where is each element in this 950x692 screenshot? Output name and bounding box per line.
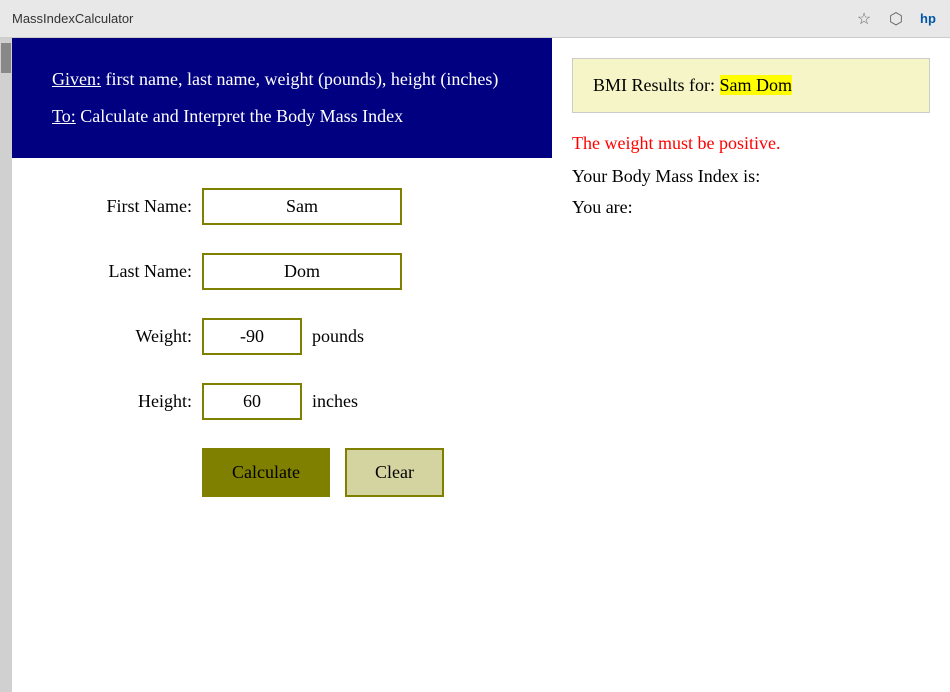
clear-button[interactable]: Clear	[345, 448, 444, 497]
blue-header: Given: first name, last name, weight (po…	[12, 38, 552, 158]
bmi-label: Your Body Mass Index is:	[572, 166, 760, 186]
last-name-label: Last Name:	[82, 261, 192, 282]
last-name-row: Last Name:	[82, 253, 512, 290]
button-row: Calculate Clear	[82, 448, 512, 497]
browser-title: MassIndexCalculator	[12, 11, 846, 26]
first-name-row: First Name:	[82, 188, 512, 225]
height-label: Height:	[82, 391, 192, 412]
last-name-input[interactable]	[202, 253, 402, 290]
weight-input[interactable]	[202, 318, 302, 355]
height-input[interactable]	[202, 383, 302, 420]
first-name-input[interactable]	[202, 188, 402, 225]
bmi-results-box: BMI Results for: Sam Dom	[572, 58, 930, 113]
bookmark-icon[interactable]: ☆	[854, 9, 874, 29]
main-content: Given: first name, last name, weight (po…	[0, 38, 950, 692]
bmi-result-line: Your Body Mass Index is:	[572, 166, 930, 187]
to-text: Calculate and Interpret the Body Mass In…	[76, 106, 403, 126]
bmi-name-highlighted: Sam Dom	[720, 75, 793, 95]
to-line: To: Calculate and Interpret the Body Mas…	[52, 103, 512, 130]
given-text: first name, last name, weight (pounds), …	[101, 69, 498, 89]
scroll-thumb[interactable]	[1, 43, 11, 73]
given-line: Given: first name, last name, weight (po…	[52, 66, 512, 93]
first-name-label: First Name:	[82, 196, 192, 217]
hp-icon: hp	[918, 9, 938, 29]
bmi-results-title-prefix: BMI Results for:	[593, 75, 720, 95]
to-label: To:	[52, 106, 76, 126]
weight-label: Weight:	[82, 326, 192, 347]
category-label: You are:	[572, 197, 633, 217]
error-message: The weight must be positive.	[572, 133, 930, 154]
weight-row: Weight: pounds	[82, 318, 512, 355]
form-area: First Name: Last Name: Weight: pounds He…	[12, 158, 552, 527]
category-result-line: You are:	[572, 197, 930, 218]
height-row: Height: inches	[82, 383, 512, 420]
right-panel: BMI Results for: Sam Dom The weight must…	[552, 38, 950, 692]
browser-chrome: MassIndexCalculator ☆ ⬡ hp	[0, 0, 950, 38]
calculate-button[interactable]: Calculate	[202, 448, 330, 497]
browser-icons: ☆ ⬡ hp	[854, 9, 938, 29]
given-label: Given:	[52, 69, 101, 89]
extensions-icon[interactable]: ⬡	[886, 9, 906, 29]
left-panel: Given: first name, last name, weight (po…	[12, 38, 552, 692]
height-unit: inches	[312, 391, 358, 412]
weight-unit: pounds	[312, 326, 364, 347]
scrollbar[interactable]	[0, 38, 12, 692]
